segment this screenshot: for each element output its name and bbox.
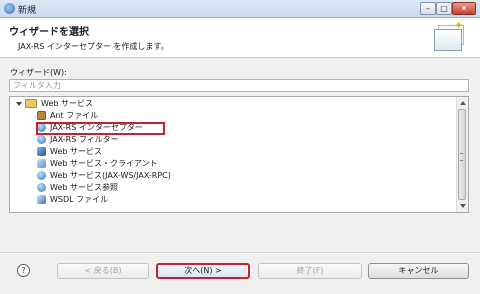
web-service-icon [37, 147, 46, 156]
window-title: 新規 [18, 6, 37, 16]
tree-item-ant-file[interactable]: Ant ファイル [37, 110, 98, 122]
tree-item-label: Web サービス(JAX-WS/JAX-RPC) [50, 171, 171, 180]
web-service-reference-icon [37, 183, 46, 192]
finish-button[interactable]: 終了(F) [258, 263, 362, 279]
tree-item-jaxws[interactable]: Web サービス(JAX-WS/JAX-RPC) [37, 170, 171, 182]
wizard-title: ウィザードを選択 [9, 27, 89, 38]
tree-item-web-service-client[interactable]: Web サービス・クライアント [37, 158, 158, 170]
wizard-banner-icon: ✦ [432, 20, 466, 53]
jaxrs-filter-icon [37, 135, 46, 144]
ant-file-icon [37, 111, 46, 120]
wizards-label: ウィザード(W): [10, 68, 67, 77]
web-service-client-icon [37, 159, 46, 168]
jaxws-icon [37, 171, 46, 180]
wsdl-file-icon [37, 195, 46, 204]
tree-item-wsdl-file[interactable]: WSDL ファイル [37, 194, 108, 206]
scroll-down-icon[interactable] [460, 204, 466, 208]
tree-item-web-service-reference[interactable]: Web サービス参照 [37, 182, 118, 194]
close-button[interactable]: ✕ [452, 2, 476, 15]
tree-item-label: WSDL ファイル [50, 195, 109, 204]
cancel-button[interactable]: キャンセル [368, 263, 469, 279]
tree-item-label: Web サービス参照 [50, 183, 118, 192]
tree-scrollbar[interactable] [456, 97, 468, 212]
minimize-button[interactable]: – [420, 2, 436, 15]
wizard-header: ウィザードを選択 JAX-RS インターセプター を作成します。 ✦ [0, 18, 480, 58]
tree-item-label: Web サービス [50, 147, 102, 156]
help-button[interactable]: ? [17, 264, 30, 277]
wizard-tree[interactable]: Web サービス Ant ファイル JAX-RS インターセプター JAX-RS… [9, 96, 469, 213]
maximize-button[interactable]: □ [436, 2, 452, 15]
tree-category-label: Web サービス [41, 99, 93, 108]
filter-input[interactable] [9, 79, 469, 92]
tree-category-web-services[interactable]: Web サービス [10, 98, 450, 110]
folder-icon [25, 99, 37, 108]
tree-item-label: Web サービス・クライアント [50, 159, 158, 168]
wizard-description: JAX-RS インターセプター を作成します。 [18, 42, 169, 51]
scroll-grip-icon [460, 153, 463, 161]
tree-item-label: Ant ファイル [50, 111, 99, 120]
footer-separator [0, 252, 480, 254]
tree-item-jaxrs-filter[interactable]: JAX-RS フィルター [37, 134, 119, 146]
scroll-up-icon[interactable] [460, 101, 466, 105]
back-button[interactable]: < 戻る(B) [57, 263, 149, 279]
expand-arrow-icon[interactable] [16, 102, 22, 106]
tree-item-label: JAX-RS フィルター [50, 135, 119, 144]
title-bar: 新規 – □ ✕ [0, 0, 480, 18]
eclipse-app-icon [4, 3, 15, 14]
next-button[interactable]: 次へ(N) > [156, 263, 250, 279]
tree-item-web-service[interactable]: Web サービス [37, 146, 102, 158]
